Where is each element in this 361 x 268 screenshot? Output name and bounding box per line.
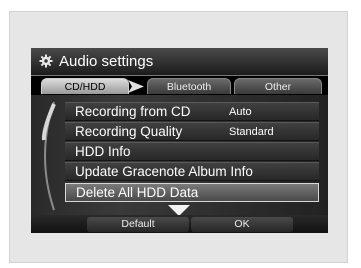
scroll-indicator	[41, 101, 56, 211]
gear-icon	[39, 54, 53, 68]
list-item-label: Update Gracenote Album Info	[75, 164, 253, 179]
tab-bluetooth[interactable]: Bluetooth	[147, 78, 231, 94]
list-item-recording-from-cd[interactable]: Recording from CD Auto	[65, 102, 319, 121]
list-item-value: Auto	[229, 106, 252, 118]
audio-settings-screen: Audio settings CD/HDD Bluetooth Other Re…	[31, 48, 328, 233]
list-item-recording-quality[interactable]: Recording Quality Standard	[65, 122, 319, 141]
page-title: Audio settings	[59, 53, 154, 70]
tab-other[interactable]: Other	[234, 78, 322, 94]
list-item-label: Delete All HDD Data	[76, 185, 199, 200]
title-bar: Audio settings	[31, 48, 328, 76]
list-item-label: HDD Info	[75, 144, 131, 159]
ok-button[interactable]: OK	[191, 217, 293, 232]
list-item-hdd-info[interactable]: HDD Info	[65, 142, 319, 161]
default-button[interactable]: Default	[87, 217, 189, 232]
tab-selection-arrow-icon	[128, 80, 144, 93]
list-item-update-gracenote[interactable]: Update Gracenote Album Info	[65, 162, 319, 181]
list-item-label: Recording Quality	[75, 124, 183, 139]
tab-cd-hdd[interactable]: CD/HDD	[41, 78, 129, 94]
list-item-delete-all-hdd-data[interactable]: Delete All HDD Data	[65, 183, 319, 202]
list-item-value: Standard	[229, 126, 274, 138]
bottom-bar: Default OK	[31, 215, 328, 233]
tab-bar: CD/HDD Bluetooth Other	[39, 78, 324, 95]
list-item-label: Recording from CD	[75, 104, 191, 119]
